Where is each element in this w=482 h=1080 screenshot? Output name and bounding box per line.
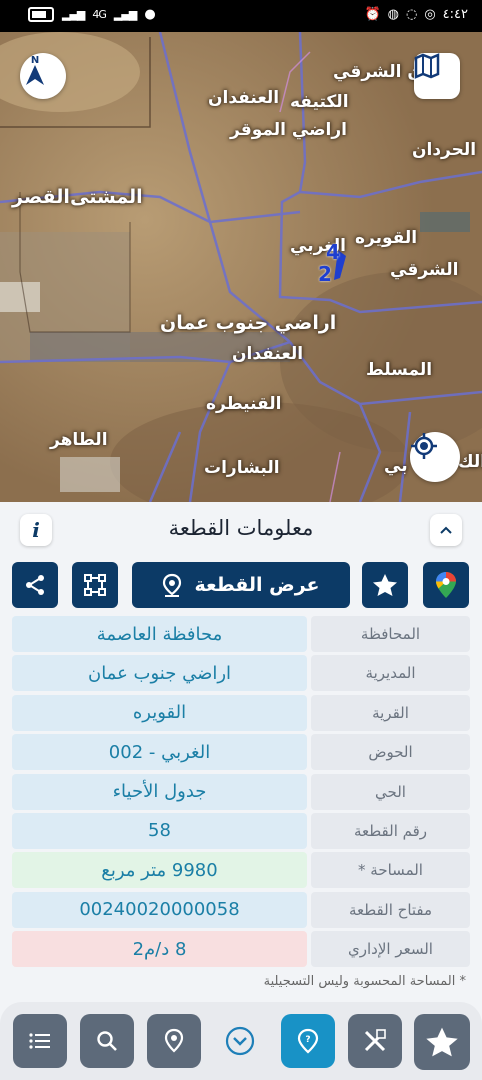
share-icon — [26, 575, 44, 595]
map-pin-icon — [163, 573, 182, 597]
battery-icon — [28, 7, 54, 22]
map-label-qasr: القصر — [12, 186, 70, 208]
layers-button[interactable] — [414, 53, 460, 99]
parcel-info-sheet: i معلومات القطعة عرض القطعة محافظة العاص… — [0, 502, 482, 1002]
detail-row-area: 9980 متر مربع المساحة * — [12, 852, 470, 889]
map-layers-icon — [414, 53, 440, 79]
map-label-aradi-janoub: اراضي جنوب عمان — [160, 312, 337, 334]
detail-label: السعر الإداري — [311, 931, 470, 968]
detail-label: المساحة * — [311, 852, 470, 889]
detail-value: 58 — [12, 812, 307, 849]
detail-row-neighborhood: جدول الأحياء الحي — [12, 773, 470, 810]
status-bar: ▂▄▆ 4G ▂▄▆ ● ⏰ ◍ ◌ ◎ ٤:٤٢ — [0, 0, 482, 32]
star-icon — [426, 1027, 458, 1057]
bottom-nav: ? — [0, 1002, 482, 1080]
favorite-button[interactable] — [362, 562, 408, 608]
app-icon: ◎ — [424, 7, 436, 22]
location-pin-icon — [164, 1028, 184, 1053]
detail-row-admin-price: 8 د/م2 السعر الإداري — [12, 931, 470, 968]
detail-row-village: القويره القرية — [12, 694, 470, 731]
detail-label: مفتاح القطعة — [311, 891, 470, 928]
pin-question-icon: ? — [297, 1028, 319, 1054]
parcel-number-4: 4 — [326, 240, 340, 264]
signal-icon-2: ▂▄▆ — [113, 8, 137, 21]
google-maps-icon — [436, 572, 456, 598]
detail-label: الحي — [311, 773, 470, 810]
network-type: 4G — [92, 8, 106, 21]
show-parcel-label: عرض القطعة — [194, 574, 320, 596]
compass-icon: N — [26, 55, 44, 85]
collapse-button[interactable] — [430, 514, 462, 546]
area-footnote: * المساحة المحسوبة وليس التسجيلية — [263, 974, 466, 989]
svg-text:N: N — [31, 55, 39, 66]
nav-parcel-info-button[interactable]: ? — [281, 1014, 335, 1068]
map-label-mushatta: المشتى — [70, 186, 143, 208]
nav-location-button[interactable] — [147, 1014, 201, 1068]
detail-label: المحافظة — [311, 616, 470, 652]
map-label-aradi-muwaqqar: اراضي الموقر — [230, 120, 347, 140]
clock: ٤:٤٢ — [442, 7, 468, 22]
signal-icon: ▂▄▆ — [62, 8, 85, 21]
detail-row-governorate: محافظة العاصمة المحافظة — [12, 616, 470, 652]
detail-value: اراضي جنوب عمان — [12, 655, 307, 692]
detail-value: القويره — [12, 694, 307, 731]
map-label-taher: الطاهر — [50, 430, 108, 450]
star-icon — [373, 574, 397, 596]
detail-label: القرية — [311, 694, 470, 731]
map-view[interactable]: دان الشرقي العنفدان الكتيفه اراضي الموقر… — [0, 32, 482, 502]
chevron-up-icon — [440, 526, 452, 534]
google-maps-button[interactable] — [423, 562, 469, 608]
nav-list-button[interactable] — [13, 1014, 67, 1068]
whatsapp-icon: ◌ — [405, 7, 418, 22]
map-label-sharqi: الشرقي — [390, 260, 459, 280]
map-label-aqfan-1: العنفدان — [208, 88, 280, 108]
detail-row-parcel-number: 58 رقم القطعة — [12, 812, 470, 849]
share-button[interactable] — [12, 562, 58, 608]
status-right: ⏰ ◍ ◌ ◎ ٤:٤٢ — [364, 7, 468, 22]
my-location-button[interactable] — [410, 432, 460, 482]
sheet-title: معلومات القطعة — [168, 516, 314, 540]
detail-value: جدول الأحياء — [12, 773, 307, 810]
svg-text:?: ? — [305, 1035, 310, 1045]
parcel-number-2: 2 — [318, 262, 332, 286]
detail-row-basin: الغربي - 002 الحوض — [12, 734, 470, 771]
polygon-select-icon — [84, 574, 106, 596]
map-label-hardan: الحردان — [412, 140, 477, 160]
detail-row-parcel-key: 00240020000058 مفتاح القطعة — [12, 891, 470, 928]
detail-value: الغربي - 002 — [12, 734, 307, 771]
nav-search-button[interactable] — [80, 1014, 134, 1068]
nav-favorites-button[interactable] — [414, 1014, 470, 1070]
crosshair-icon — [411, 433, 437, 459]
messenger-icon: ◍ — [387, 7, 399, 22]
boundary-button[interactable] — [72, 562, 118, 608]
parcel-details-table: محافظة العاصمة المحافظة اراضي جنوب عمان … — [12, 616, 470, 971]
detail-label: الحوض — [311, 734, 470, 771]
detail-value: 8 د/م2 — [12, 931, 307, 968]
measure-tools-icon — [364, 1029, 386, 1052]
map-label-aqfan-2: العنفدان — [232, 344, 304, 364]
search-icon — [97, 1031, 117, 1051]
map-label-bi: بي — [384, 456, 408, 476]
detail-value: 9980 متر مربع — [12, 852, 307, 889]
status-left: ▂▄▆ 4G ▂▄▆ ● — [28, 7, 156, 22]
nav-measure-button[interactable] — [348, 1014, 402, 1068]
alarm-icon: ⏰ — [364, 7, 381, 22]
detail-label: المديرية — [311, 655, 470, 692]
map-label-qnaitra: القنيطره — [206, 394, 282, 414]
chevron-down-circle-icon — [225, 1026, 255, 1056]
compass-button[interactable]: N — [20, 53, 66, 99]
nav-expand-button[interactable] — [214, 1022, 266, 1060]
detail-label: رقم القطعة — [311, 812, 470, 849]
detail-value: محافظة العاصمة — [12, 616, 307, 652]
map-label-bisharat: البشارات — [204, 458, 280, 478]
detail-row-directorate: اراضي جنوب عمان المديرية — [12, 655, 470, 692]
map-label-ktefeh: الكتيفه — [290, 92, 349, 112]
show-parcel-button[interactable]: عرض القطعة — [132, 562, 350, 608]
list-icon — [29, 1033, 50, 1049]
detail-value: 00240020000058 — [12, 891, 307, 928]
location-icon: ● — [144, 7, 156, 22]
map-label-ka: الك — [458, 452, 482, 472]
map-label-qweira: القويره — [355, 228, 418, 248]
map-label-maslat: المسلط — [366, 360, 433, 380]
